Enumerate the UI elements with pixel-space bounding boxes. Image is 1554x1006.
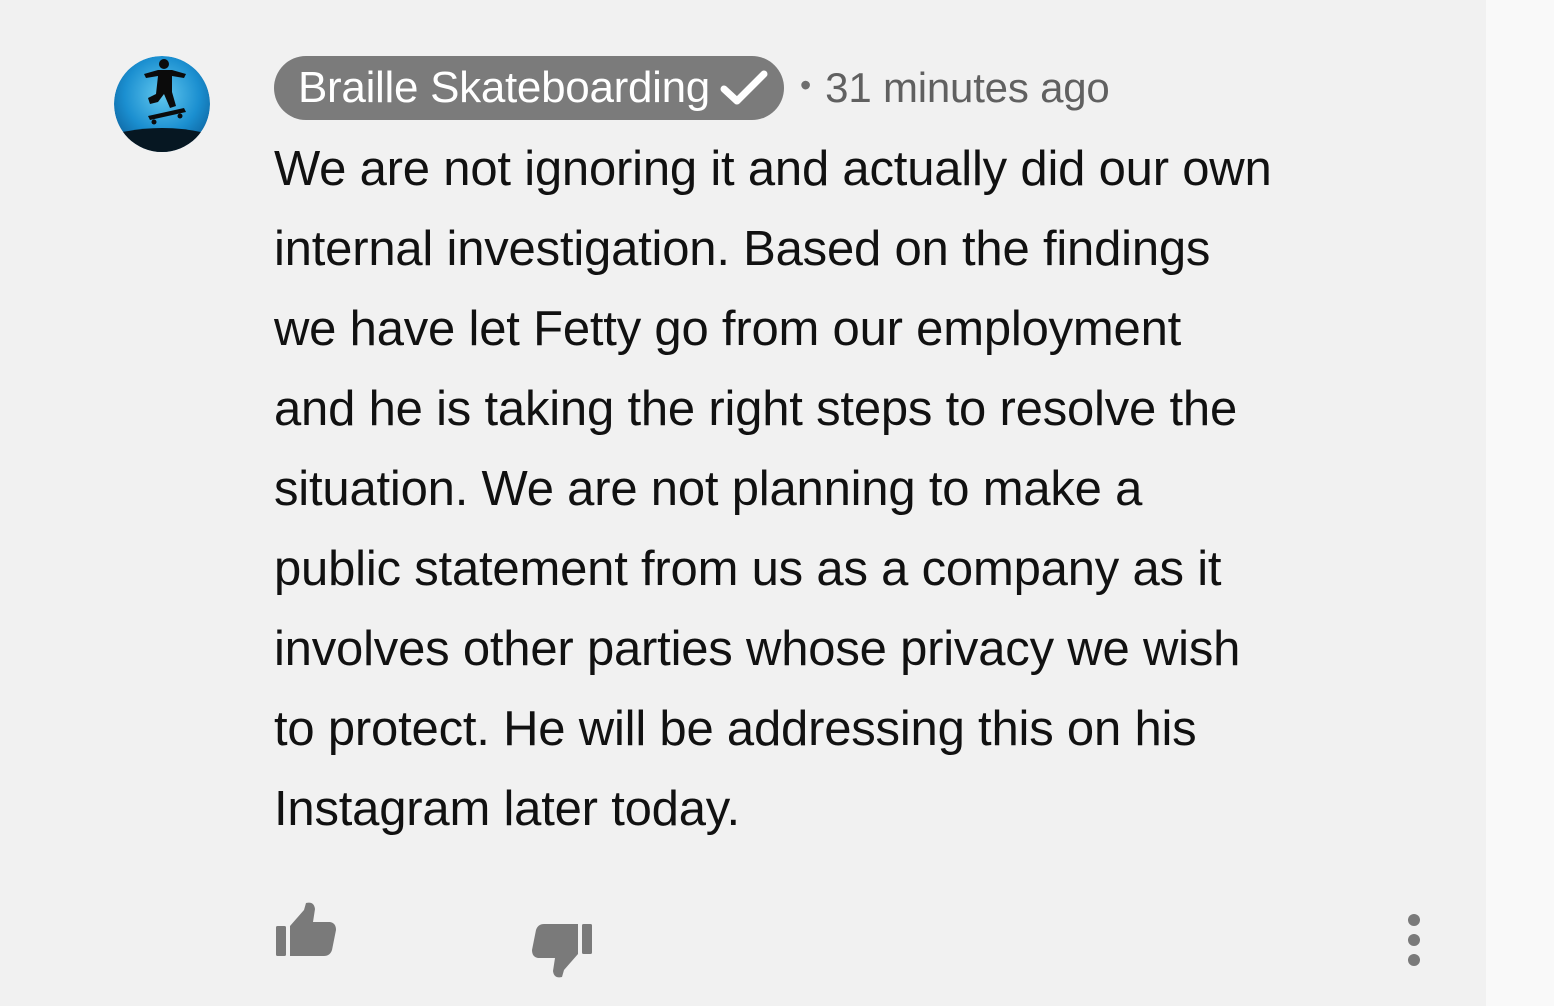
dislike-button[interactable]: [530, 916, 594, 980]
author-chip[interactable]: Braille Skateboarding: [274, 56, 784, 120]
timestamp[interactable]: 31 minutes ago: [825, 64, 1110, 112]
thumbs-down-icon: [532, 924, 592, 978]
separator-dot: •: [799, 66, 812, 103]
more-options-button[interactable]: [1398, 912, 1430, 968]
thumbs-up-icon: [276, 902, 336, 956]
skateboarder-avatar-icon: [114, 56, 210, 152]
comment-text: We are not ignoring it and actually did …: [274, 142, 1272, 836]
more-vertical-icon: [1408, 914, 1420, 966]
avatar[interactable]: [114, 56, 210, 152]
checkmark-icon: [720, 68, 768, 108]
scroll-gutter: [1486, 0, 1554, 1006]
comment-header: Braille Skateboarding • 31 minutes ago: [274, 55, 1110, 121]
like-button[interactable]: [274, 900, 338, 964]
author-name: Braille Skateboarding: [298, 63, 710, 112]
